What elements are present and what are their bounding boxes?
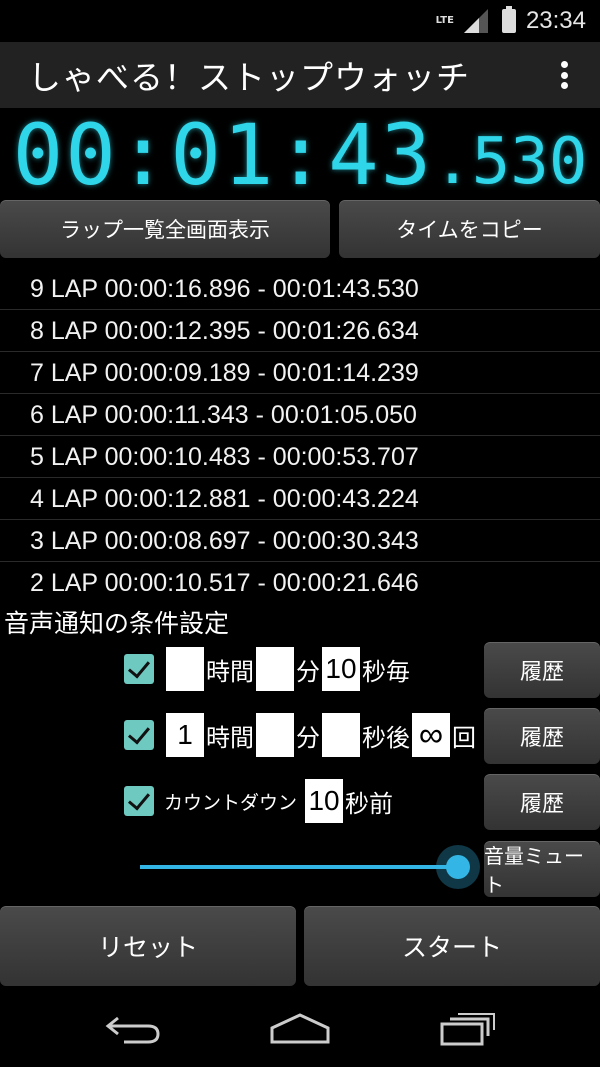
- countdown-notify-checkbox[interactable]: [124, 786, 154, 816]
- recent-apps-icon[interactable]: [438, 1012, 498, 1046]
- lap-row: 7 LAP 00:00:09.189 - 00:01:14.239: [0, 352, 600, 394]
- start-button[interactable]: スタート: [304, 906, 600, 986]
- network-type: LTE: [435, 15, 454, 26]
- volume-slider-thumb[interactable]: [436, 845, 480, 889]
- elapsed-minutes-input[interactable]: [256, 713, 294, 757]
- lap-row: 3 LAP 00:00:08.697 - 00:00:30.343: [0, 520, 600, 562]
- interval-seconds-input[interactable]: 10: [322, 647, 360, 691]
- countdown-seconds-input[interactable]: 10: [305, 779, 344, 823]
- volume-mute-button[interactable]: 音量ミュート: [484, 841, 600, 897]
- elapsed-notify-checkbox[interactable]: [124, 720, 154, 750]
- lap-row: 2 LAP 00:00:10.517 - 00:00:21.646: [30, 569, 419, 597]
- reset-button[interactable]: リセット: [0, 906, 296, 986]
- minutes-label: 分: [296, 657, 320, 686]
- app-title: しゃべる！ストップウォッチ: [28, 58, 470, 97]
- seconds-every-label: 秒毎: [362, 657, 410, 686]
- lap-row: 9 LAP 00:00:16.896 - 00:01:43.530: [0, 268, 600, 310]
- status-bar: LTE 23:34: [0, 0, 600, 42]
- navigation-bar: [0, 990, 600, 1067]
- interval-history-button[interactable]: 履歴: [484, 642, 600, 698]
- status-clock: 23:34: [525, 7, 586, 34]
- timer-main-digits: 00:01:43: [12, 106, 434, 204]
- lap-list-fullscreen-button[interactable]: ラップ一覧全画面表示: [0, 200, 330, 258]
- interval-hours-input[interactable]: [166, 647, 204, 691]
- countdown-history-button[interactable]: 履歴: [484, 774, 600, 830]
- interval-notify-checkbox[interactable]: [124, 654, 154, 684]
- lap-row: 6 LAP 00:00:11.343 - 00:01:05.050: [0, 394, 600, 436]
- lap-row: 8 LAP 00:00:12.395 - 00:01:26.634: [0, 310, 600, 352]
- minutes-label: 分: [296, 723, 320, 752]
- volume-slider-track[interactable]: [140, 865, 458, 869]
- signal-icon: [463, 9, 488, 33]
- back-icon[interactable]: [104, 1012, 162, 1046]
- countdown-notify-row: カウントダウン 10 秒前: [124, 779, 393, 823]
- interval-notify-row: 時間 分 10 秒毎: [124, 647, 410, 691]
- interval-minutes-input[interactable]: [256, 647, 294, 691]
- home-icon[interactable]: [268, 1012, 332, 1046]
- hours-label: 時間: [206, 723, 254, 752]
- action-bar: しゃべる！ストップウォッチ: [0, 42, 600, 108]
- timer-milliseconds: .530: [433, 125, 588, 199]
- lap-row: 4 LAP 00:00:12.881 - 00:00:43.224: [0, 478, 600, 520]
- times-label: 回: [452, 723, 476, 752]
- status-icons: LTE 23:34: [436, 6, 586, 36]
- timer-display: 00:01:43 .530: [0, 113, 600, 197]
- battery-icon: [501, 6, 516, 33]
- lap-list[interactable]: 9 LAP 00:00:16.896 - 00:01:43.530 8 LAP …: [0, 268, 600, 604]
- elapsed-history-button[interactable]: 履歴: [484, 708, 600, 764]
- voice-notify-settings-title: 音声通知の条件設定: [4, 609, 230, 638]
- repeat-count-input[interactable]: ∞: [412, 713, 450, 757]
- lap-row: 5 LAP 00:00:10.483 - 00:00:53.707: [0, 436, 600, 478]
- seconds-before-label: 秒前: [345, 789, 394, 818]
- hours-label: 時間: [206, 657, 254, 686]
- elapsed-seconds-input[interactable]: [322, 713, 360, 757]
- overflow-menu-icon[interactable]: [552, 57, 576, 93]
- elapsed-hours-input[interactable]: 1: [166, 713, 204, 757]
- countdown-label: カウントダウン: [164, 791, 298, 814]
- copy-time-button[interactable]: タイムをコピー: [339, 200, 600, 258]
- seconds-after-label: 秒後: [362, 723, 410, 752]
- elapsed-notify-row: 1 時間 分 秒後 ∞ 回: [124, 713, 476, 757]
